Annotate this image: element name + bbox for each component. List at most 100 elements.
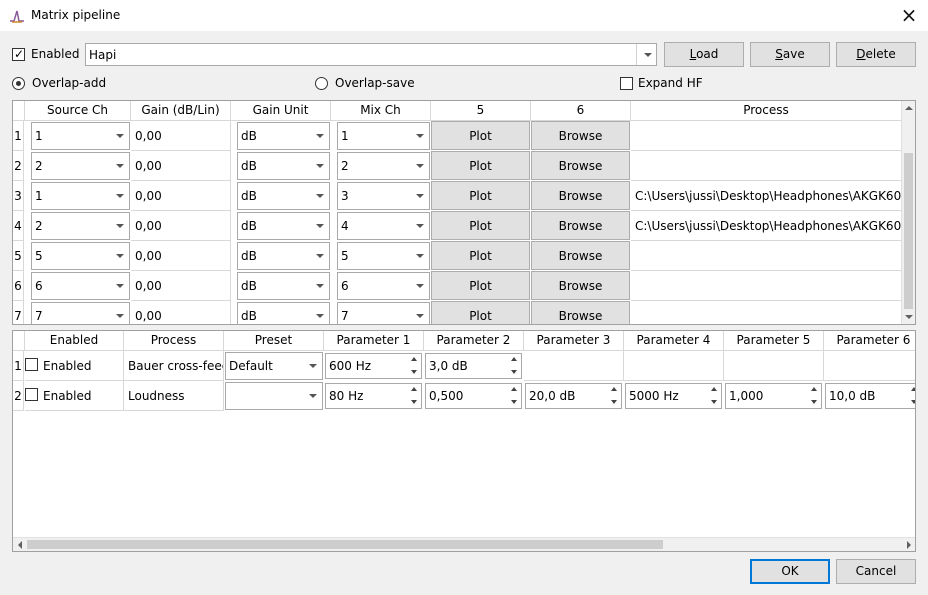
spin-up-icon[interactable] xyxy=(508,384,521,395)
process-scroll-thumb[interactable] xyxy=(27,540,663,549)
chevron-down-icon[interactable] xyxy=(309,303,329,324)
chevron-down-icon[interactable] xyxy=(309,183,329,209)
header-col-5[interactable]: 5 xyxy=(431,101,531,121)
mix-ch-combo[interactable]: 7 xyxy=(337,302,430,324)
chevron-down-icon[interactable] xyxy=(302,353,322,379)
matrix-vertical-scrollbar[interactable] xyxy=(901,101,915,324)
browse-button[interactable]: Browse xyxy=(531,121,630,150)
source-ch-combo[interactable]: 6 xyxy=(31,272,130,300)
gain-cell[interactable]: 0,00 xyxy=(131,211,231,241)
gain-unit-combo[interactable]: dB xyxy=(237,182,330,210)
spin-up-icon[interactable] xyxy=(408,354,421,365)
parameter-2-spinbox[interactable]: 3,0 dB xyxy=(425,353,522,379)
preset-name-combo[interactable]: Hapi xyxy=(85,43,657,66)
process-horizontal-scrollbar[interactable] xyxy=(13,537,915,551)
header-gain[interactable]: Gain (dB/Lin) xyxy=(131,101,231,121)
browse-button[interactable]: Browse xyxy=(531,181,630,210)
process-name-cell[interactable]: Loudness xyxy=(124,381,224,411)
gain-unit-combo[interactable]: dB xyxy=(237,212,330,240)
plot-button[interactable]: Plot xyxy=(431,151,530,180)
browse-button[interactable]: Browse xyxy=(531,211,630,240)
spin-down-icon[interactable] xyxy=(708,397,721,408)
mix-ch-combo[interactable]: 2 xyxy=(337,152,430,180)
scroll-left-arrow-icon[interactable] xyxy=(13,538,26,551)
chevron-down-icon[interactable] xyxy=(109,303,129,324)
header-gain-unit[interactable]: Gain Unit xyxy=(231,101,331,121)
header-parameter-2[interactable]: Parameter 2 xyxy=(424,331,524,351)
source-ch-combo[interactable]: 1 xyxy=(31,122,130,150)
source-ch-combo[interactable]: 2 xyxy=(31,152,130,180)
chevron-down-icon[interactable] xyxy=(409,183,429,209)
header-preset[interactable]: Preset xyxy=(224,331,324,351)
cancel-button[interactable]: Cancel xyxy=(836,559,916,584)
header-mix-ch[interactable]: Mix Ch xyxy=(331,101,431,121)
process-file-cell[interactable] xyxy=(631,301,902,324)
matrix-scroll-thumb[interactable] xyxy=(904,153,913,309)
chevron-down-icon[interactable] xyxy=(309,153,329,179)
chevron-down-icon[interactable] xyxy=(109,243,129,269)
close-icon[interactable]: × xyxy=(900,5,918,25)
spin-down-icon[interactable] xyxy=(408,367,421,378)
gain-cell[interactable]: 0,00 xyxy=(131,151,231,181)
header-parameter-1[interactable]: Parameter 1 xyxy=(324,331,424,351)
browse-button[interactable]: Browse xyxy=(531,271,630,300)
overlap-add-radio[interactable] xyxy=(12,77,25,90)
browse-button[interactable]: Browse xyxy=(531,151,630,180)
process-file-cell[interactable] xyxy=(631,271,902,301)
process-name-cell[interactable]: Bauer cross-feed xyxy=(124,351,224,381)
parameter-6-spinbox[interactable]: 10,0 dB xyxy=(825,383,915,409)
spin-down-icon[interactable] xyxy=(408,397,421,408)
spin-up-icon[interactable] xyxy=(908,384,915,395)
header-process[interactable]: Process xyxy=(124,331,224,351)
mix-ch-combo[interactable]: 6 xyxy=(337,272,430,300)
gain-unit-combo[interactable]: dB xyxy=(237,122,330,150)
preset-combo[interactable]: Default xyxy=(225,352,323,380)
scroll-down-arrow-icon[interactable] xyxy=(902,310,915,324)
plot-button[interactable]: Plot xyxy=(431,301,530,324)
mix-ch-combo[interactable]: 4 xyxy=(337,212,430,240)
enabled-cell[interactable]: Enabled xyxy=(25,381,124,411)
header-parameter-6[interactable]: Parameter 6 xyxy=(824,331,915,351)
chevron-down-icon[interactable] xyxy=(309,123,329,149)
chevron-down-icon[interactable] xyxy=(109,123,129,149)
header-process[interactable]: Process xyxy=(631,101,902,121)
browse-button[interactable]: Browse xyxy=(531,301,630,324)
plot-button[interactable]: Plot xyxy=(431,211,530,240)
plot-button[interactable]: Plot xyxy=(431,181,530,210)
process-file-cell[interactable] xyxy=(631,121,902,151)
chevron-down-icon[interactable] xyxy=(309,273,329,299)
chevron-down-icon[interactable] xyxy=(109,273,129,299)
header-parameter-4[interactable]: Parameter 4 xyxy=(624,331,724,351)
parameter-5-spinbox[interactable]: 1,000 xyxy=(725,383,822,409)
scroll-up-arrow-icon[interactable] xyxy=(902,101,915,115)
gain-unit-combo[interactable]: dB xyxy=(237,242,330,270)
plot-button[interactable]: Plot xyxy=(431,271,530,300)
browse-button[interactable]: Browse xyxy=(531,241,630,270)
gain-unit-combo[interactable]: dB xyxy=(237,272,330,300)
spin-up-icon[interactable] xyxy=(708,384,721,395)
enabled-checkbox[interactable]: ✓ xyxy=(12,47,25,61)
process-file-cell[interactable]: C:\Users\jussi\Desktop\Headphones\AKGK60… xyxy=(631,211,902,241)
gain-cell[interactable]: 0,00 xyxy=(131,121,231,151)
source-ch-combo[interactable]: 5 xyxy=(31,242,130,270)
chevron-down-icon[interactable] xyxy=(409,213,429,239)
header-source-ch[interactable]: Source Ch xyxy=(25,101,131,121)
gain-cell[interactable]: 0,00 xyxy=(131,241,231,271)
chevron-down-icon[interactable] xyxy=(409,153,429,179)
ok-button[interactable]: OK xyxy=(750,559,830,584)
mix-ch-combo[interactable]: 5 xyxy=(337,242,430,270)
row-enabled-checkbox[interactable] xyxy=(25,388,38,401)
delete-button[interactable]: Delete xyxy=(836,42,916,67)
process-file-cell[interactable]: C:\Users\jussi\Desktop\Headphones\AKGK60… xyxy=(631,181,902,211)
chevron-down-icon[interactable] xyxy=(309,213,329,239)
chevron-down-icon[interactable] xyxy=(302,383,322,409)
spin-down-icon[interactable] xyxy=(608,397,621,408)
parameter-2-spinbox[interactable]: 0,500 xyxy=(425,383,522,409)
chevron-down-icon[interactable] xyxy=(309,243,329,269)
chevron-down-icon[interactable] xyxy=(109,153,129,179)
spin-down-icon[interactable] xyxy=(808,397,821,408)
gain-unit-combo[interactable]: dB xyxy=(237,302,330,324)
chevron-down-icon[interactable] xyxy=(409,123,429,149)
plot-button[interactable]: Plot xyxy=(431,121,530,150)
parameter-1-spinbox[interactable]: 80 Hz xyxy=(325,383,422,409)
